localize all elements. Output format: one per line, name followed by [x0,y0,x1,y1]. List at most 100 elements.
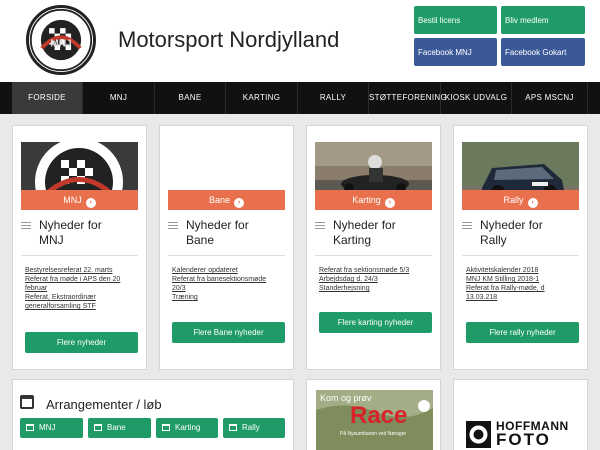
news-link[interactable]: Referat, Ekstraordinær [25,293,137,302]
event-filter-karting[interactable]: Karting [156,418,218,438]
divider [462,255,579,256]
news-link[interactable]: Kalenderer opdateret [172,266,284,275]
news-link[interactable]: februar [25,284,137,293]
news-link[interactable]: Referat fra Rally-møde, d [466,284,578,293]
karting-tag-label: Karting [352,195,381,205]
event-filter-label: Rally [242,423,260,432]
news-link[interactable]: generalforsamling STF [25,302,137,311]
site-title: Motorsport Nordjylland [118,27,340,52]
more-bane-news-button[interactable]: Flere Bane nyheder [172,322,285,343]
nav-item-rally[interactable]: RALLY [298,82,369,114]
chevron-right-icon: › [527,198,538,208]
event-filter-rally[interactable]: Rally [223,418,285,438]
promo-line-3: På Nysumbanen ved Nørager [340,431,407,437]
mnj-news-list: Bestyrelsesreferat 22. marts Referat fra… [25,266,137,311]
sponsor-card[interactable]: HOFFMANN FOTO [453,379,588,450]
rally-card-heading: Nyheder for Rally [462,218,579,248]
chevron-right-icon: › [384,198,395,208]
rally-card-title-2: Rally [480,233,507,247]
news-link[interactable]: Aktivitetskalender 2018 [466,266,578,275]
karting-card-heading: Nyheder for Karting [315,218,432,248]
more-karting-news-button[interactable]: Flere karting nyheder [319,312,432,333]
bane-card-title-1: Nyheder for [186,218,249,232]
chevron-right-icon: › [85,198,96,208]
karting-card-title-1: Nyheder for [333,218,396,232]
bane-news-list: Kalenderer opdateret Referat fra banesek… [172,266,284,302]
rally-card-title-1: Nyheder for [480,218,543,232]
news-link[interactable]: Standerhejsning [319,284,431,293]
camera-aperture-icon [466,421,491,448]
mnj-card-title-1: Nyheder for [39,218,102,232]
events-title: Arrangementer / løb [46,397,162,412]
news-link[interactable]: Referat fra banesektionsmøde [172,275,284,284]
news-link[interactable]: Referat fra sektionsmøde 5/3 [319,266,431,275]
karting-news-list: Referat fra sektionsmøde 5/3 Arbejdsdag … [319,266,431,293]
bane-tag[interactable]: Bane › [168,190,285,210]
bane-card-heading: Nyheder for Bane [168,218,285,248]
divider [315,255,432,256]
calendar-icon [229,424,237,431]
calendar-icon [20,395,34,409]
divider [21,255,138,256]
calendar-icon [26,424,34,431]
bane-tag-label: Bane [208,195,231,205]
news-link[interactable]: MNJ KM Stilling 2018-1 [466,275,578,284]
rally-tag-label: Rally [503,195,524,205]
more-rally-news-button[interactable]: Flere rally nyheder [466,322,579,343]
news-link[interactable]: 20/3 [172,284,284,293]
menu-lines-icon [21,222,31,229]
menu-lines-icon [462,222,472,229]
nav-item-kiosk-udvalg[interactable]: KIOSK UDVALG [441,82,512,114]
news-card-karting: Karting › Nyheder for Karting Referat fra… [306,125,441,370]
event-filter-label: MNJ [39,423,56,432]
nav-item-forside[interactable]: FORSIDE [12,82,83,114]
news-link[interactable]: Arbejdsdag d. 24/3 [319,275,431,284]
bane-card-title-2: Bane [186,233,215,247]
rally-news-list: Aktivitetskalender 2018 MNJ KM Stilling … [466,266,578,302]
nav-item-aps-mscnj[interactable]: APS MSCNJ [512,82,588,114]
divider [168,255,285,256]
nav-item-mnj[interactable]: MNJ [83,82,155,114]
mnj-card-heading: Nyheder for MNJ [21,218,138,248]
news-card-rally: Rally › Nyheder for Rally Aktivitetskalen… [453,125,588,370]
mnj-tag[interactable]: MNJ › [21,190,138,210]
svg-text:MNJ: MNJ [50,38,71,49]
news-link[interactable]: Træning [172,293,284,302]
nav-item-stoetteforening[interactable]: STØTTEFORENING [369,82,447,114]
nav-item-karting[interactable]: KARTING [226,82,298,114]
event-filter-mnj[interactable]: MNJ [20,418,83,438]
club-logo-graphic: MNJ [29,8,93,72]
karting-card-title-2: Karting [333,233,372,247]
promo-line-2: Race [350,402,408,429]
order-license-button[interactable]: Bestil licens [414,6,497,34]
news-link[interactable]: Bestyrelsesreferat 22. marts [25,266,137,275]
rally-tag[interactable]: Rally › [462,190,579,210]
news-link[interactable]: Referat fra møde i APS den 20 [25,275,137,284]
facebook-gokart-button[interactable]: Facebook Gokart [501,38,585,66]
calendar-icon [94,424,102,431]
become-member-button[interactable]: Bliv medlem [501,6,585,34]
news-card-bane: Bane › Nyheder for Bane Kalenderer opdate… [159,125,294,370]
event-filter-label: Bane [107,423,126,432]
club-logo[interactable]: MNJ [26,5,96,75]
race-promo-banner: Kom og prøv Race På Nysumbanen ved Nørag… [316,390,433,450]
event-filter-label: Karting [175,423,201,432]
mnj-tag-label: MNJ [63,195,82,205]
facebook-mnj-button[interactable]: Facebook MNJ [414,38,497,66]
calendar-icon [162,424,170,431]
race-promo-card[interactable]: Kom og prøv Race På Nysumbanen ved Nørag… [306,379,441,450]
aperture-graphic [469,425,488,444]
karting-tag[interactable]: Karting › [315,190,432,210]
news-card-mnj: MNJ › Nyheder for MNJ Bestyrelsesreferat … [12,125,147,370]
menu-lines-icon [315,222,325,229]
event-filter-bane[interactable]: Bane [88,418,151,438]
mnj-card-title-2: MNJ [39,233,64,247]
nav-item-bane[interactable]: BANE [155,82,226,114]
site-header: MNJ Motorsport Nordjylland Bestil licens… [0,0,600,82]
main-navigation: FORSIDE MNJ BANE KARTING RALLY STØTTEFOR… [0,82,600,114]
sponsor-sub: FOTO [496,430,551,449]
events-card [12,379,294,450]
menu-lines-icon [168,222,178,229]
news-link[interactable]: 13.03.218 [466,293,578,302]
more-mnj-news-button[interactable]: Flere nyheder [25,332,138,353]
